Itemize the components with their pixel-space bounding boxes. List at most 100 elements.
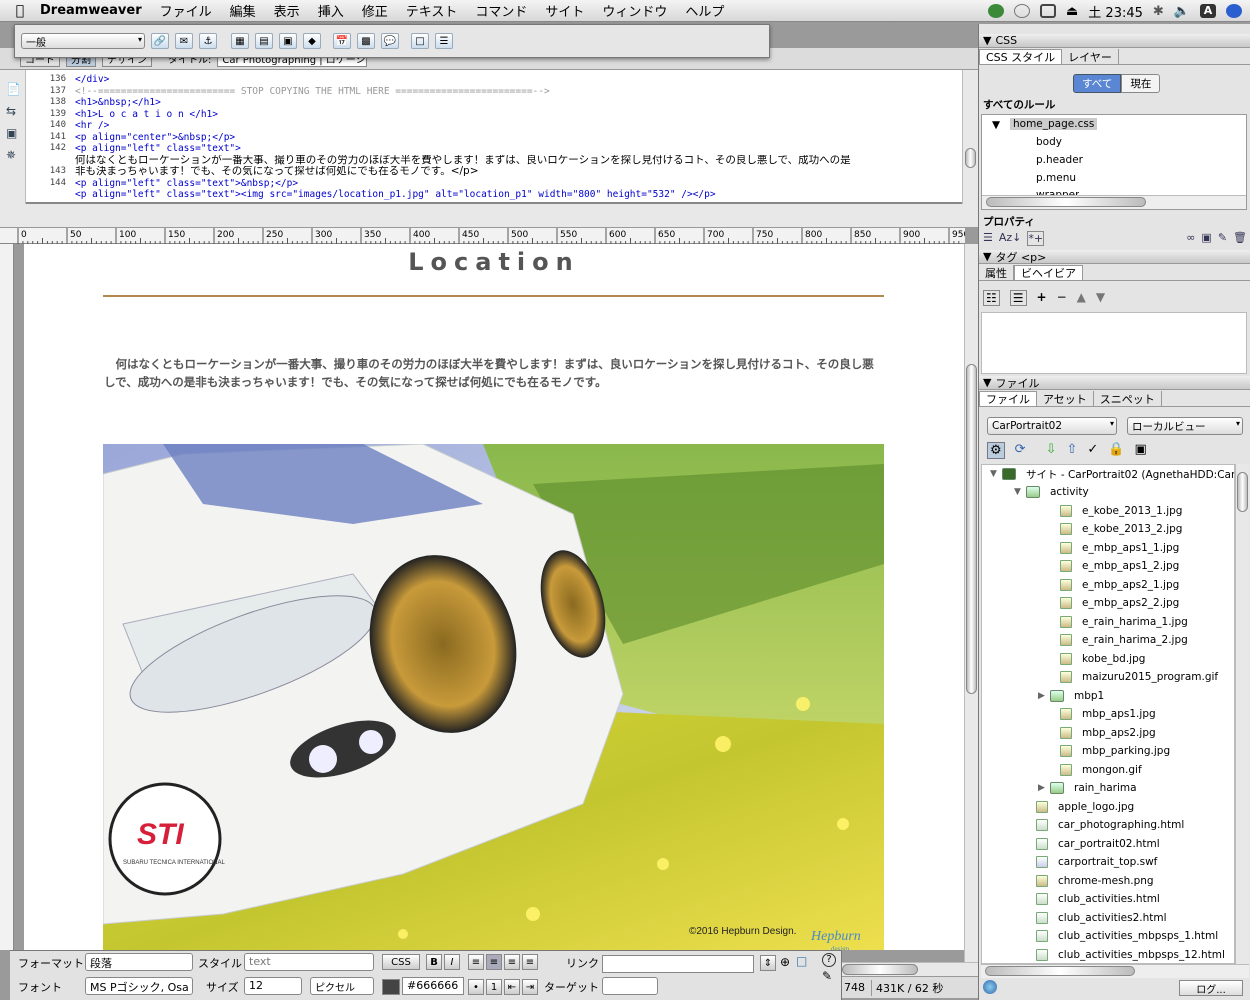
design-scroll-thumb[interactable] <box>966 364 977 694</box>
code-line[interactable]: <p align="left" class="text">&nbsp;</p> <box>75 178 955 190</box>
menu-window[interactable]: ウィンドウ <box>602 1 667 20</box>
table-icon[interactable]: ▦ <box>231 33 249 49</box>
file-row[interactable]: car_photographing.html <box>1036 816 1184 834</box>
file-row[interactable]: e_kobe_2013_1.jpg <box>1060 502 1182 520</box>
insert-category-select[interactable]: 一般 ▾ <box>21 33 145 49</box>
menu-site[interactable]: サイト <box>545 1 584 20</box>
file-tree-hscrollbar[interactable] <box>981 964 1249 978</box>
leaf-icon[interactable] <box>988 4 1004 18</box>
tab-attributes[interactable]: 属性 <box>979 265 1014 280</box>
page-heading[interactable]: Location <box>24 248 964 276</box>
image-icon[interactable]: ▣ <box>279 33 297 49</box>
move-up-icon[interactable]: ▲ <box>1077 290 1086 306</box>
location-paragraph[interactable]: 何はなくともローケーションが一番大事、撮り車のその労力のほぼ大半を費やします！ま… <box>104 355 884 391</box>
split-divider[interactable] <box>0 204 978 228</box>
code-line[interactable]: <!--======================== STOP COPYIN… <box>75 86 955 98</box>
anchor-icon[interactable]: ⚓ <box>199 33 217 49</box>
file-row[interactable]: e_mbp_aps1_2.jpg <box>1060 557 1179 575</box>
outdent-icon[interactable]: ⇤ <box>504 979 520 995</box>
horizontal-rule[interactable] <box>103 295 884 297</box>
code-line[interactable]: </div> <box>75 74 955 86</box>
link-dropdown-icon[interactable]: ⇕ <box>760 955 776 971</box>
tab-assets[interactable]: アセット <box>1037 391 1094 406</box>
view-select[interactable]: ローカルビュー ▾ <box>1127 417 1243 435</box>
css-button[interactable]: CSS <box>382 954 420 970</box>
css-hscrollbar[interactable] <box>982 195 1246 209</box>
menu-file[interactable]: ファイル <box>160 1 212 20</box>
spotlight-icon[interactable] <box>1226 4 1242 18</box>
file-row[interactable]: e_rain_harima_1.jpg <box>1060 613 1188 631</box>
align-center-icon[interactable]: ≡ <box>486 954 502 970</box>
file-row[interactable]: chrome-mesh.png <box>1036 872 1154 890</box>
menu-edit[interactable]: 編集 <box>230 1 256 20</box>
log-button[interactable]: ログ... <box>1179 980 1243 996</box>
code-line[interactable]: 何はなくともローケーションが一番大事、撮り車のその労力のほぼ大半を費やします！ま… <box>75 155 955 167</box>
unordered-list-icon[interactable]: • <box>468 979 484 995</box>
highlight-icon[interactable]: ✵ <box>6 144 25 166</box>
put-files-icon[interactable]: ⇧ <box>1066 442 1077 459</box>
attach-stylesheet-icon[interactable]: ∞ <box>1186 231 1195 246</box>
file-row[interactable]: mbp_parking.jpg <box>1060 742 1170 760</box>
browse-folder-icon[interactable]: □ <box>796 954 807 968</box>
new-rule-icon[interactable]: ▣ <box>1201 231 1211 246</box>
edit-rule-icon[interactable]: ✎ <box>1218 231 1227 246</box>
format-select[interactable]: 段落 <box>85 953 193 971</box>
code-line[interactable]: 非も決まっちゃいます！でも、その気になって探せば何処にでも在るモノです。</p> <box>75 166 955 178</box>
expand-triangle-icon[interactable]: ▶ <box>1038 691 1048 701</box>
collapse-icon[interactable]: ⇆ <box>6 100 25 122</box>
code-lines[interactable]: </div> <!--======================== STOP… <box>75 74 955 201</box>
site-root-row[interactable]: ▼ サイト - CarPortrait02 (AgnethaHDD:Car <box>990 465 1234 483</box>
menu-modify[interactable]: 修正 <box>362 1 388 20</box>
file-row[interactable]: e_mbp_aps2_2.jpg <box>1060 594 1179 612</box>
mode-all-button[interactable]: すべて <box>1073 74 1122 93</box>
align-left-icon[interactable]: ≡ <box>468 954 484 970</box>
template-icon[interactable]: ☰ <box>435 33 453 49</box>
font-select[interactable]: MS Pゴシック, Osa <box>85 977 193 995</box>
get-files-icon[interactable]: ⇩ <box>1046 442 1057 459</box>
design-view[interactable]: Location 何はなくともローケーションが一番大事、撮り車のその労力のほぼ大… <box>24 244 964 950</box>
check-in-icon[interactable]: 🔒 <box>1108 442 1124 459</box>
show-all-events-icon[interactable]: ☰ <box>1009 290 1027 306</box>
italic-button[interactable]: I <box>444 954 460 970</box>
edit-icon[interactable]: ✎ <box>822 969 832 983</box>
file-row[interactable]: car_portrait02.html <box>1036 835 1160 853</box>
file-tree-scroll-thumb[interactable] <box>1237 472 1248 512</box>
location-photo[interactable]: STI SUBARU TECNICA INTERNATIONAL ©2016 H… <box>103 444 884 950</box>
volume-icon[interactable]: 🔈 <box>1174 4 1190 19</box>
size-select[interactable]: 12 <box>244 977 302 995</box>
css-rule-item[interactable]: p.header <box>1036 154 1083 166</box>
design-hscrollbar[interactable] <box>842 962 978 976</box>
eject-icon[interactable]: ⏏ <box>1066 4 1078 19</box>
app-name-menu[interactable]: Dreamweaver <box>40 3 142 18</box>
folder-row[interactable]: ▶ mbp1 <box>1038 687 1104 705</box>
indent-icon[interactable]: ⇥ <box>522 979 538 995</box>
menu-help[interactable]: ヘルプ <box>685 1 724 20</box>
menu-view[interactable]: 表示 <box>274 1 300 20</box>
display-icon[interactable] <box>1040 4 1056 18</box>
code-line[interactable]: <p align="left" class="text"> <box>75 143 955 155</box>
date-icon[interactable]: 📅 <box>333 33 351 49</box>
code-line[interactable]: <h1>L o c a t i o n </h1> <box>75 109 955 121</box>
file-row[interactable]: carportrait_top.swf <box>1036 853 1157 871</box>
remove-behavior-icon[interactable]: − <box>1057 290 1067 306</box>
help-icon[interactable]: ? <box>822 953 836 967</box>
delete-rule-icon[interactable]: 🗑 <box>1233 231 1247 246</box>
menu-commands[interactable]: コマンド <box>475 1 527 20</box>
file-row[interactable]: kobe_bd.jpg <box>1060 650 1145 668</box>
behaviors-list[interactable] <box>981 312 1247 374</box>
expand-triangle-icon[interactable]: ▼ <box>992 119 1000 131</box>
user-icon[interactable]: A <box>1200 4 1216 18</box>
file-row[interactable]: club_activities_mbpsps_12.html <box>1036 946 1225 963</box>
css-rule-item[interactable]: body <box>1036 136 1062 148</box>
tab-layers[interactable]: レイヤー <box>1062 49 1119 64</box>
mode-current-button[interactable]: 現在 <box>1121 74 1161 93</box>
email-link-icon[interactable]: ✉ <box>175 33 193 49</box>
expand-triangle-icon[interactable]: ▼ <box>990 469 1000 479</box>
window-size[interactable]: 748 <box>844 981 865 994</box>
code-view[interactable]: 📄 ⇆ ▣ ✵ 136 137 138 139 140 141 142 143 … <box>0 70 978 204</box>
server-include-icon[interactable]: ▩ <box>357 33 375 49</box>
code-line[interactable]: <hr /> <box>75 120 955 132</box>
text-color-swatch[interactable] <box>382 979 400 995</box>
code-scrollbar[interactable] <box>962 70 978 204</box>
media-icon[interactable]: ◆ <box>303 33 321 49</box>
